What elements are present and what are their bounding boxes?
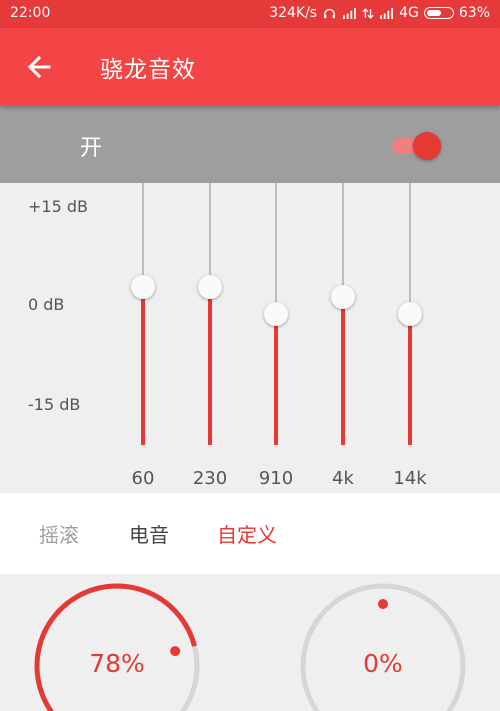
eq-band-track — [275, 183, 277, 314]
eq-band-knob[interactable] — [398, 302, 422, 326]
preset-custom[interactable]: 自定义 — [217, 519, 277, 548]
network-type: 4G — [399, 5, 419, 21]
eq-band-knob[interactable] — [198, 275, 222, 300]
battery-percent: 63% — [458, 5, 490, 21]
preset-rock[interactable]: 摇滚 — [39, 519, 79, 548]
effect-dials: 78% 0% — [0, 574, 500, 711]
db-label-min: -15 dB — [28, 395, 81, 414]
eq-band-track — [409, 183, 411, 314]
data-arrows-icon — [362, 7, 374, 19]
status-icons: 324K/s 4G 63% — [269, 5, 490, 21]
eq-band-4k[interactable] — [328, 183, 358, 445]
status-time: 22:00 — [10, 5, 51, 21]
network-speed: 324K/s — [269, 5, 318, 21]
eq-band-knob[interactable] — [331, 285, 355, 310]
equalizer-panel: +15 dB 0 dB -15 dB 60 230 910 4k 14k — [0, 183, 500, 493]
dials-graphic — [34, 583, 466, 711]
eq-band-910[interactable] — [261, 183, 291, 445]
preset-tabs: 摇滚 电音 自定义 — [0, 493, 500, 574]
eq-band-track — [342, 183, 344, 298]
eq-band-level — [208, 287, 212, 445]
master-switch-bar[interactable]: 开 — [0, 106, 500, 183]
eq-band-level — [141, 287, 145, 445]
signal-icon-2 — [380, 7, 394, 19]
eq-band-level — [274, 314, 278, 445]
toggle-thumb — [413, 132, 441, 160]
db-label-max: +15 dB — [28, 197, 88, 216]
eq-band-knob[interactable] — [131, 275, 155, 300]
app-bar: 骁龙音效 — [0, 28, 500, 106]
eq-freq-label: 910 — [258, 468, 294, 489]
preset-electronic[interactable]: 电音 — [129, 519, 169, 548]
status-bar: 22:00 324K/s 4G 63% — [0, 0, 500, 28]
master-toggle[interactable] — [390, 132, 441, 160]
battery-icon — [423, 7, 454, 19]
dial-value-virtualizer: 0% — [363, 649, 403, 678]
eq-band-knob[interactable] — [264, 302, 288, 326]
arrow-left-icon[interactable] — [24, 52, 54, 82]
eq-band-level — [341, 297, 345, 445]
switch-label: 开 — [80, 136, 103, 161]
eq-freq-label: 230 — [192, 468, 228, 489]
eq-band-14k[interactable] — [395, 183, 425, 445]
eq-freq-label: 14k — [393, 468, 427, 489]
eq-band-track — [209, 183, 211, 288]
eq-band-230[interactable] — [195, 183, 225, 445]
eq-band-60[interactable] — [128, 183, 158, 445]
dial-value-bass: 78% — [89, 649, 145, 678]
headphone-icon — [324, 8, 336, 18]
eq-freq-label: 4k — [332, 468, 354, 489]
db-label-zero: 0 dB — [28, 295, 65, 314]
eq-freq-label: 60 — [131, 468, 155, 489]
eq-band-track — [142, 183, 144, 288]
eq-band-level — [408, 314, 412, 445]
page-title: 骁龙音效 — [100, 57, 196, 83]
signal-icon — [343, 7, 357, 19]
dial-knob-virtualizer[interactable] — [378, 599, 388, 609]
